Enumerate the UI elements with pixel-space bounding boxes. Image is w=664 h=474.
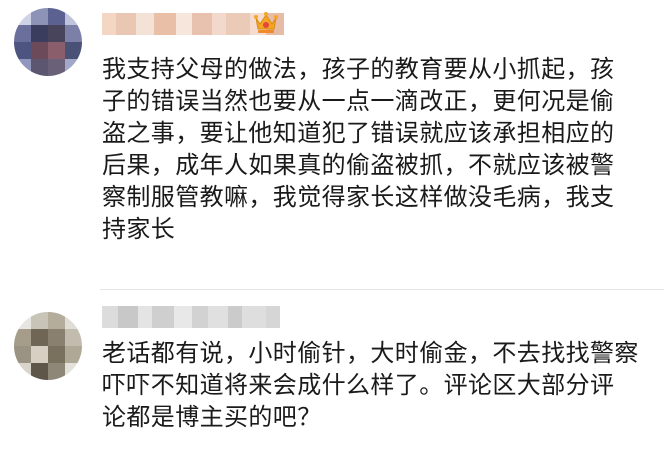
comment-line: 老话都有说，小时偷针，大时偷金，不去找找警察 <box>102 339 639 367</box>
comment-line: 我支持父母的做法，孩子的教育要从小抓起，孩 <box>102 55 615 83</box>
comment-text: 我支持父母的做法，孩子的教育要从小抓起，孩 子的错误当然也要从一点一滴改正，更何… <box>102 53 650 245</box>
avatar[interactable] <box>14 312 82 380</box>
avatar[interactable] <box>14 8 82 76</box>
comment-item: 我支持父母的做法，孩子的教育要从小抓起，孩 子的错误当然也要从一点一滴改正，更何… <box>0 0 664 290</box>
comment-line: 察制服管教嘛，我觉得家长这样做没毛病，我支 <box>102 183 615 211</box>
comment-line: 后果，成年人如果真的偷盗被抓，不就应该被警 <box>102 151 615 179</box>
comment-line: 盗之事，要让他知道犯了错误就应该承担相应的 <box>102 119 615 147</box>
username-blurred[interactable] <box>102 306 280 328</box>
comment-line: 持家长 <box>102 215 176 243</box>
comment-line: 子的错误当然也要从一点一滴改正，更何况是偷 <box>102 87 615 115</box>
crown-icon <box>254 12 278 33</box>
comment-line: 吓吓不知道将来会成什么样了。评论区大部分评 <box>102 371 615 399</box>
comment-text: 老话都有说，小时偷针，大时偷金，不去找找警察 吓吓不知道将来会成什么样了。评论区… <box>102 337 650 433</box>
comment-item: 老话都有说，小时偷针，大时偷金，不去找找警察 吓吓不知道将来会成什么样了。评论区… <box>0 290 664 474</box>
comment-line: 论都是博主买的吧？ <box>102 403 322 431</box>
